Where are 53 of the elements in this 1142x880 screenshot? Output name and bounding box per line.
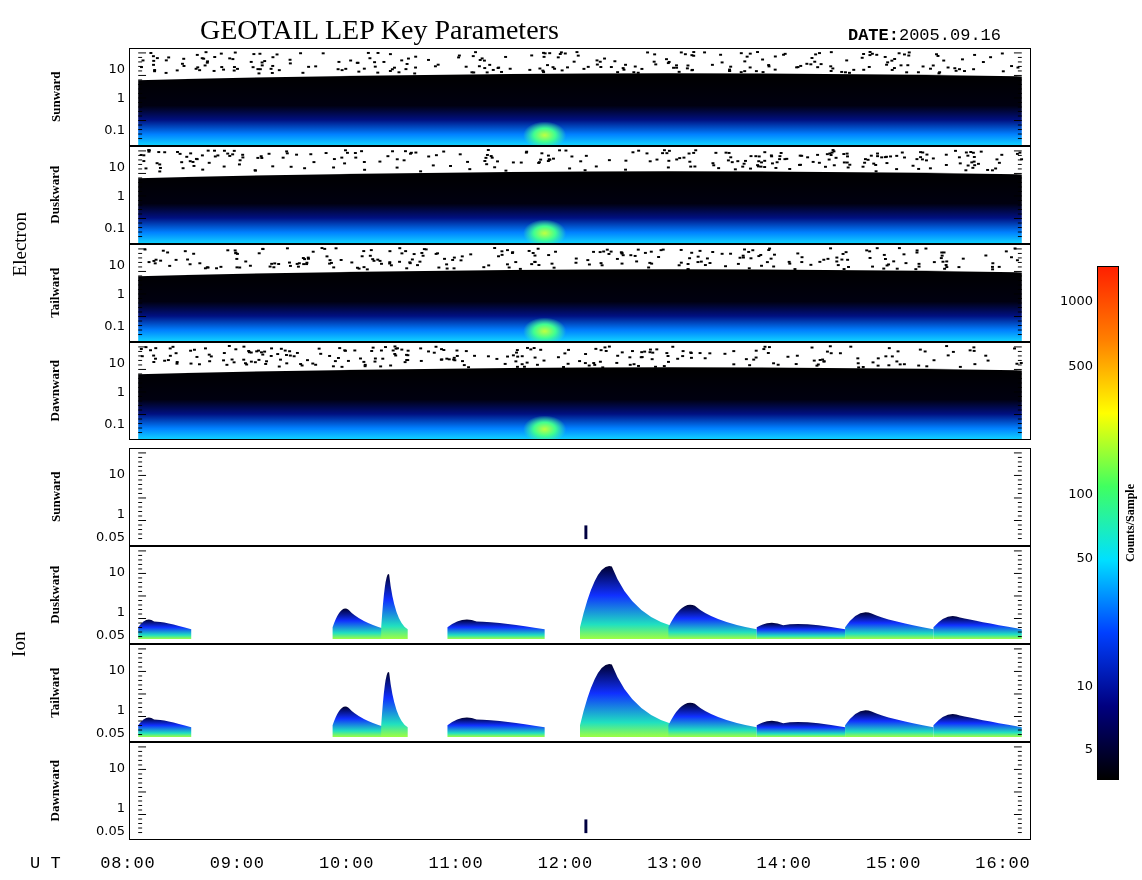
axis-tick-label: 1 [116,506,125,520]
group-label: Electron [7,211,31,277]
axis-tick-label: 1 [116,286,125,300]
axis-tick-label: 10 [108,662,125,675]
panel-label: Sunward [46,471,64,523]
colorbar-tick-label: 5 [1084,741,1093,755]
axis-tick-label: 10 [108,355,125,369]
axis-tick-label: 13:00 [646,853,703,876]
panel-label: Dawnward [46,360,64,422]
panel-label: Dawnward [46,760,64,822]
axis-tick-label: 15:00 [865,853,922,876]
colorbar-tick-label: 1000 [1059,293,1093,307]
axis-tick-label: 16:00 [975,853,1031,876]
axis-tick-label: 1 [116,604,125,618]
axis-tick-label: 10 [108,257,125,271]
axis-tick-label: 10 [108,466,125,479]
axis-tick-label: 10:00 [318,853,375,876]
axis-tick-label: 10 [108,61,125,75]
axis-tick-label: 1 [116,188,125,202]
axis-tick-label: 0.1 [104,318,125,332]
axis-tick-label: 09:00 [209,853,266,876]
colorbar-tick-label: 500 [1068,358,1093,372]
axis-tick-label: 10 [108,564,125,577]
axis-tick-label: 10 [108,159,125,173]
date-label: DATE:2005.09.16 [847,27,1001,44]
axis-tick-label: 0.05 [96,725,125,739]
colorbar-label: Counts/Sample [1122,484,1138,562]
colorbar-tick-label: 10 [1076,678,1093,692]
panel-label: Tailward [46,667,64,719]
axis-tick-label: 11:00 [428,853,485,876]
axis-tick-label: 08:00 [99,853,156,876]
axis-label: U T [30,853,62,876]
axis-tick-label: 0.1 [104,220,125,234]
axis-tick-label: 0.05 [96,823,125,837]
colorbar-tick-label: 50 [1076,550,1093,564]
axis-tick-label: 1 [116,90,125,104]
axis-tick-label: 1 [116,702,125,716]
panel-label: Duskward [46,166,64,224]
axis-tick-label: 12:00 [537,853,594,876]
group-label: Ion [7,631,31,657]
panel-label: Sunward [46,71,64,123]
axis-tick-label: 0.05 [96,627,125,641]
colorbar-tick-label: 100 [1068,486,1093,500]
axis-tick-label: 0.1 [104,122,125,136]
panel-label: Tailward [46,267,64,319]
chart-title: GEOTAIL LEP Key Parameters [200,16,559,44]
axis-tick-label: 1 [116,800,125,814]
axis-tick-label: 0.1 [104,416,125,430]
axis-tick-label: 14:00 [756,853,813,876]
axis-tick-label: 0.05 [96,529,125,543]
axis-tick-label: 1 [116,384,125,398]
axis-tick-label: 10 [108,760,125,773]
panel-label: Duskward [46,566,64,624]
